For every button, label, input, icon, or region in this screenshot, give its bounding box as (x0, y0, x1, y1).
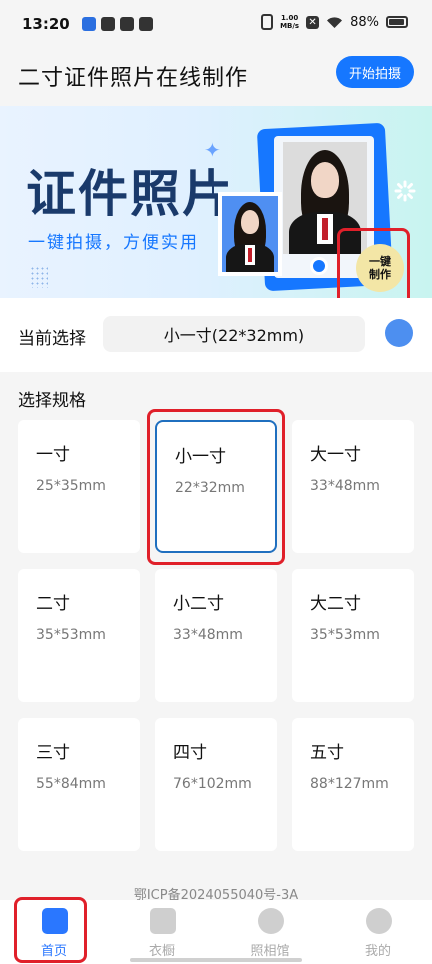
spec-size: 33*48mm (310, 478, 380, 494)
spec-card-small-2cun[interactable]: 小二寸 33*48mm (155, 569, 277, 702)
tab-label: 我的 (364, 944, 391, 959)
network-speed: 1.00 MB/s (280, 14, 300, 30)
profile-icon (366, 908, 392, 934)
app-notification-icon (82, 17, 96, 31)
spec-size: 55*84mm (36, 776, 106, 792)
tab-profile[interactable]: 我的 (324, 900, 432, 964)
spec-card-large-1cun[interactable]: 大一寸 33*48mm (292, 420, 414, 553)
battery-percent: 88% (350, 14, 379, 30)
status-time: 13:20 (22, 15, 70, 33)
tab-photo-studio[interactable]: 照相馆 (216, 900, 324, 964)
camera-studio-icon (258, 908, 284, 934)
start-shoot-button[interactable]: 开始拍摄 (336, 56, 414, 88)
status-bar: 13:20 1.00 MB/s ✕ 88% (0, 0, 432, 48)
spec-card-5cun[interactable]: 五寸 88*127mm (292, 718, 414, 851)
spec-card-4cun[interactable]: 四寸 76*102mm (155, 718, 277, 851)
current-selection-label: 当前选择 (18, 329, 86, 349)
dot-pattern (30, 266, 48, 288)
tab-label: 照相馆 (250, 944, 290, 959)
sample-id-photo-small (218, 192, 282, 276)
battery-icon (386, 16, 408, 28)
wardrobe-icon (150, 908, 176, 934)
tab-wardrobe[interactable]: 衣橱 (108, 900, 216, 964)
sparkle-icon: ✦ (204, 138, 221, 162)
spec-name: 大二寸 (310, 594, 361, 614)
spec-card-1cun[interactable]: 一寸 25*35mm (18, 420, 140, 553)
spec-card-2cun[interactable]: 二寸 35*53mm (18, 569, 140, 702)
highlight-box-one-key (337, 228, 410, 298)
sim-off-icon: ✕ (306, 15, 320, 29)
background-color-swatch[interactable] (385, 319, 413, 347)
spec-size: 88*127mm (310, 776, 389, 792)
wifi-icon (327, 16, 343, 28)
spec-card-large-2cun[interactable]: 大二寸 35*53mm (292, 569, 414, 702)
spec-section-title: 选择规格 (18, 391, 86, 411)
link-notification-icon (120, 17, 134, 31)
spec-card-3cun[interactable]: 三寸 55*84mm (18, 718, 140, 851)
page-title: 二寸证件照片在线制作 (18, 66, 249, 91)
spec-name: 三寸 (36, 743, 70, 763)
current-selection-value[interactable]: 小一寸(22*32mm) (103, 316, 365, 352)
spec-name: 四寸 (173, 743, 207, 763)
spec-size: 76*102mm (173, 776, 252, 792)
mail-notification-icon (101, 17, 115, 31)
shutter-dot-icon (310, 257, 328, 275)
hero-banner[interactable]: 证件照片 一键拍摄，方便实用 ✦ 一键 制作 (0, 106, 432, 298)
app-header: 二寸证件照片在线制作 开始拍摄 (0, 48, 432, 106)
spec-name: 大一寸 (310, 445, 361, 465)
vibrate-icon (261, 14, 274, 30)
banner-title: 证件照片 (26, 165, 234, 223)
tab-label: 衣橱 (148, 944, 175, 959)
spec-size: 35*53mm (36, 627, 106, 643)
spec-name: 小二寸 (173, 594, 224, 614)
spec-name: 一寸 (36, 445, 70, 465)
highlight-box-selected-spec (147, 409, 285, 565)
loading-spinner-icon (394, 180, 416, 202)
home-indicator[interactable] (130, 958, 302, 962)
banner-subtitle: 一键拍摄，方便实用 (28, 233, 199, 253)
notification-icons (82, 17, 153, 31)
spec-size: 35*53mm (310, 627, 380, 643)
wechat-notification-icon (139, 17, 153, 31)
spec-name: 二寸 (36, 594, 70, 614)
spec-size: 25*35mm (36, 478, 106, 494)
current-selection-row: 当前选择 小一寸(22*32mm) (0, 298, 432, 372)
highlight-box-home-tab (14, 897, 87, 963)
spec-size: 33*48mm (173, 627, 243, 643)
spec-name: 五寸 (310, 743, 344, 763)
